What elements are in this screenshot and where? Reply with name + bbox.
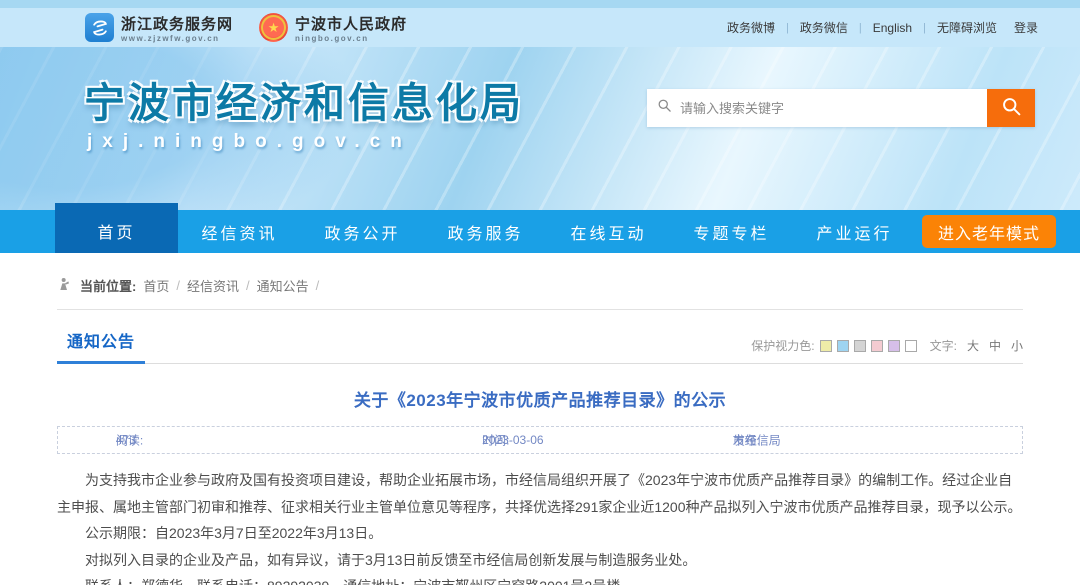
breadcrumb-jingxin-news[interactable]: 经信资讯 [187,276,239,295]
main-nav: 首页 经信资讯 政务公开 政务服务 在线互动 专题专栏 产业运行 进入老年模式 [0,210,1080,253]
nav-online-interaction[interactable]: 在线互动 [547,210,670,253]
location-icon [57,276,73,295]
utility-links: 政务微博 | 政务微信 | English | 无障碍浏览 登录 [727,19,1038,36]
breadcrumb-separator: / [246,278,250,293]
breadcrumb-divider [57,309,1023,310]
main-content: 当前位置: 首页 / 经信资讯 / 通知公告 / 通知公告 保护视力色: 文字:… [57,253,1023,585]
eye-color-blue[interactable] [837,340,849,352]
tab-notices[interactable]: 通知公告 [57,328,145,364]
search-button[interactable] [987,89,1035,127]
section-header: 通知公告 保护视力色: 文字: 大 中 小 [57,328,1023,364]
site-banner: 宁波市经济和信息化局 jxj.ningbo.gov.cn [0,47,1080,210]
eye-protect-label: 保护视力色: [751,337,814,354]
search-button-icon [1001,96,1022,120]
nav-special-topics[interactable]: 专题专栏 [670,210,793,253]
zhejiang-gov-portal-link[interactable]: 浙江政务服务网 www.zjzwfw.gov.cn [85,13,233,43]
site-title: 宁波市经济和信息化局 [84,69,524,129]
font-size-large[interactable]: 大 [967,337,979,354]
paragraph: 对拟列入目录的企业及产品，如有异议，请于3月13日前反馈至市经信局创新发展与制造… [57,547,1023,574]
font-size-medium[interactable]: 中 [989,337,1001,354]
eye-color-pink[interactable] [871,340,883,352]
eye-color-purple[interactable] [888,340,900,352]
breadcrumb-separator: / [316,278,320,293]
zhejiang-portal-title: 浙江政务服务网 [121,13,233,34]
view-controls: 保护视力色: 文字: 大 中 小 [751,337,1023,363]
separator: | [923,22,926,34]
article-meta: 阅读: 473 时间: 2023-03-06 发布: 市经信局 [57,426,1023,454]
zhejiang-portal-url: www.zjzwfw.gov.cn [121,34,233,43]
breadcrumb-home[interactable]: 首页 [143,276,169,295]
search-icon [657,98,672,118]
article-title: 关于《2023年宁波市优质产品推荐目录》的公示 [57,386,1023,411]
font-size-small[interactable]: 小 [1011,337,1023,354]
national-emblem-icon: ★ [259,13,288,42]
link-english[interactable]: English [873,21,912,35]
elder-mode-button[interactable]: 进入老年模式 [922,215,1056,248]
utility-bar: 浙江政务服务网 www.zjzwfw.gov.cn ★ 宁波市人民政府 ning… [0,8,1080,47]
link-gov-wechat[interactable]: 政务微信 [800,19,848,36]
nav-industry-operation[interactable]: 产业运行 [793,210,916,253]
search-input[interactable] [680,101,977,116]
eye-color-yellow[interactable] [820,340,832,352]
eye-color-gray[interactable] [854,340,866,352]
page: 浙江政务服务网 www.zjzwfw.gov.cn ★ 宁波市人民政府 ning… [0,0,1080,585]
site-search [647,89,1035,127]
breadcrumb: 当前位置: 首页 / 经信资讯 / 通知公告 / [57,253,1023,295]
site-url: jxj.ningbo.gov.cn [87,131,412,153]
font-size-label: 文字: [930,337,957,354]
breadcrumb-label: 当前位置: [80,276,136,295]
separator: | [786,22,789,34]
ningbo-portal-title: 宁波市人民政府 [295,13,407,34]
search-box [647,89,987,127]
portal-logos: 浙江政务服务网 www.zjzwfw.gov.cn ★ 宁波市人民政府 ning… [85,13,407,43]
nav-gov-services[interactable]: 政务服务 [424,210,547,253]
paragraph: 公示期限：自2023年3月7日至2022年3月13日。 [57,520,1023,547]
link-accessibility[interactable]: 无障碍浏览 [937,19,997,36]
eye-color-white[interactable] [905,340,917,352]
breadcrumb-notices[interactable]: 通知公告 [257,276,309,295]
nav-jingxin-news[interactable]: 经信资讯 [178,210,301,253]
login-link[interactable]: 登录 [1014,19,1038,36]
breadcrumb-separator: / [176,278,180,293]
paragraph: 联系人：郑德华，联系电话：89292039。通信地址：宁波市鄞州区宁穿路2001… [57,573,1023,585]
top-accent-strip [0,0,1080,8]
nav-gov-disclosure[interactable]: 政务公开 [301,210,424,253]
ningbo-portal-url: ningbo.gov.cn [295,34,407,43]
paragraph: 为支持我市企业参与政府及国有投资项目建设，帮助企业拓展市场，市经信局组织开展了《… [57,467,1023,520]
separator: | [859,22,862,34]
article-body: 为支持我市企业参与政府及国有投资项目建设，帮助企业拓展市场，市经信局组织开展了《… [57,467,1023,585]
ningbo-gov-portal-link[interactable]: ★ 宁波市人民政府 ningbo.gov.cn [259,13,407,43]
nav-home[interactable]: 首页 [55,203,178,253]
link-gov-weibo[interactable]: 政务微博 [727,19,775,36]
zhejiang-portal-icon [85,13,114,42]
